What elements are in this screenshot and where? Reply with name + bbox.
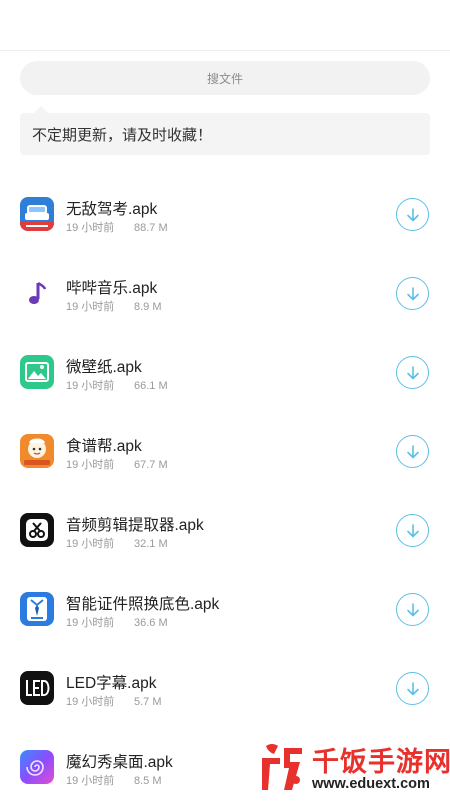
watermark: 千饭手游网 www.eduext.com xyxy=(248,736,450,800)
file-size: 88.7 M xyxy=(134,222,168,234)
file-size: 36.6 M xyxy=(134,617,168,629)
notice-banner: 不定期更新，请及时收藏！ xyxy=(20,106,430,155)
file-size: 8.5 M xyxy=(134,775,162,787)
magic-desktop-app-icon xyxy=(20,750,54,784)
music-note-app-icon xyxy=(20,276,54,310)
file-time: 19 小时前 xyxy=(66,459,115,471)
file-size: 8.9 M xyxy=(134,301,162,313)
file-list: 无敌驾考.apk 19 小时前 88.7 M 哔哔音乐.apk 19 小时前 8.9… xyxy=(0,176,450,808)
file-name: 微壁纸.apk xyxy=(66,359,142,376)
file-time: 19 小时前 xyxy=(66,617,115,629)
file-meta: 19 小时前 8.9 M xyxy=(66,298,162,314)
file-meta: 19 小时前 36.6 M xyxy=(66,614,168,630)
file-row[interactable]: 无敌驾考.apk 19 小时前 88.7 M xyxy=(0,176,450,255)
download-arrow-icon xyxy=(406,681,419,695)
download-button[interactable] xyxy=(396,356,429,389)
download-arrow-icon xyxy=(406,602,419,616)
file-name: LED字幕.apk xyxy=(66,675,157,692)
top-bar xyxy=(0,0,450,51)
file-name: 哔哔音乐.apk xyxy=(66,280,158,297)
download-button[interactable] xyxy=(396,277,429,310)
file-name: 智能证件照换底色.apk xyxy=(66,596,220,613)
download-button[interactable] xyxy=(396,198,429,231)
file-size: 32.1 M xyxy=(134,538,168,550)
search-placeholder: 搜文件 xyxy=(206,71,243,86)
download-arrow-icon xyxy=(406,207,419,221)
download-button[interactable] xyxy=(396,435,429,468)
file-meta: 19 小时前 88.7 M xyxy=(66,219,168,235)
file-name: 食谱帮.apk xyxy=(66,438,142,455)
file-name: 魔幻秀桌面.apk xyxy=(66,754,173,771)
file-row[interactable]: LED字幕.apk 19 小时前 5.7 M xyxy=(0,650,450,729)
file-row[interactable]: 智能证件照换底色.apk 19 小时前 36.6 M xyxy=(0,571,450,650)
file-time: 19 小时前 xyxy=(66,222,115,234)
id-photo-app-icon xyxy=(20,592,54,626)
search-input[interactable]: 搜文件 xyxy=(20,61,430,95)
notice-text: 不定期更新，请及时收藏！ xyxy=(32,126,213,144)
file-meta: 19 小时前 8.5 M xyxy=(66,772,162,788)
file-row[interactable]: 微壁纸.apk 19 小时前 66.1 M xyxy=(0,334,450,413)
recipe-chef-app-icon xyxy=(20,434,54,468)
watermark-logo-icon xyxy=(262,744,302,790)
file-time: 19 小时前 xyxy=(66,301,115,313)
file-time: 19 小时前 xyxy=(66,775,115,787)
download-arrow-icon xyxy=(406,365,419,379)
download-arrow-icon xyxy=(406,444,419,458)
file-size: 67.7 M xyxy=(134,459,168,471)
download-arrow-icon xyxy=(406,286,419,300)
file-row[interactable]: 食谱帮.apk 19 小时前 67.7 M xyxy=(0,413,450,492)
audio-cutter-app-icon xyxy=(20,513,54,547)
file-size: 5.7 M xyxy=(134,696,162,708)
file-row[interactable]: 音频剪辑提取器.apk 19 小时前 32.1 M xyxy=(0,492,450,571)
file-name: 无敌驾考.apk xyxy=(66,201,158,218)
download-button[interactable] xyxy=(396,514,429,547)
watermark-url: www.eduext.com xyxy=(312,776,430,792)
file-meta: 19 小时前 67.7 M xyxy=(66,456,168,472)
watermark-brand: 千饭手游网 xyxy=(312,747,450,777)
file-meta: 19 小时前 66.1 M xyxy=(66,377,168,393)
led-subtitle-app-icon xyxy=(20,671,54,705)
file-meta: 19 小时前 5.7 M xyxy=(66,693,162,709)
download-button[interactable] xyxy=(396,593,429,626)
file-time: 19 小时前 xyxy=(66,538,115,550)
download-arrow-icon xyxy=(406,523,419,537)
file-meta: 19 小时前 32.1 M xyxy=(66,535,168,551)
file-time: 19 小时前 xyxy=(66,696,115,708)
wallpaper-app-icon xyxy=(20,355,54,389)
driving-test-app-icon xyxy=(20,197,54,231)
file-row[interactable]: 哔哔音乐.apk 19 小时前 8.9 M xyxy=(0,255,450,334)
file-time: 19 小时前 xyxy=(66,380,115,392)
file-size: 66.1 M xyxy=(134,380,168,392)
file-name: 音频剪辑提取器.apk xyxy=(66,517,204,534)
download-button[interactable] xyxy=(396,672,429,705)
